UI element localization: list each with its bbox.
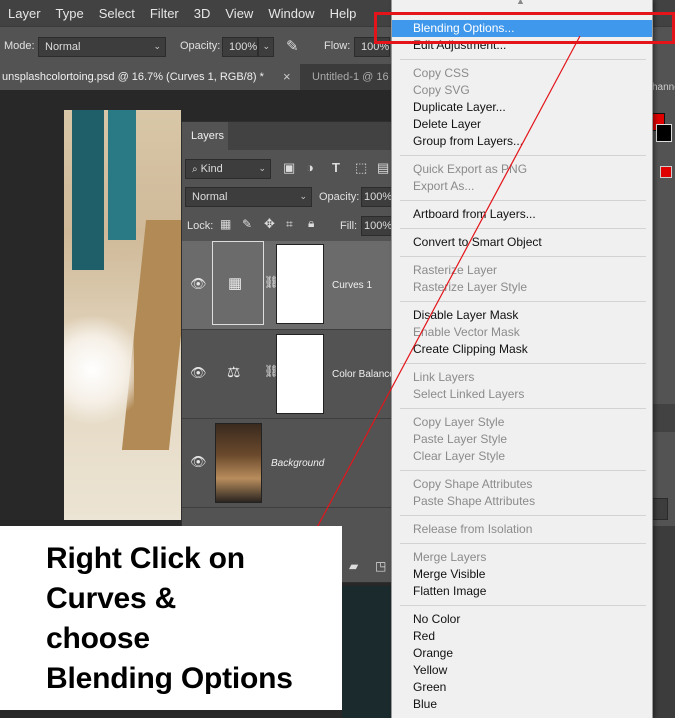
annotation-line-3: choose — [46, 622, 150, 655]
annotation-line-1: Right Click on — [46, 542, 245, 575]
annotation-line-2: Curves & — [46, 582, 177, 615]
annotation-line-4: Blending Options — [46, 662, 293, 695]
annotation-callout: Right Click on Curves & choose Blending … — [0, 526, 342, 710]
annotation-line — [297, 35, 581, 564]
